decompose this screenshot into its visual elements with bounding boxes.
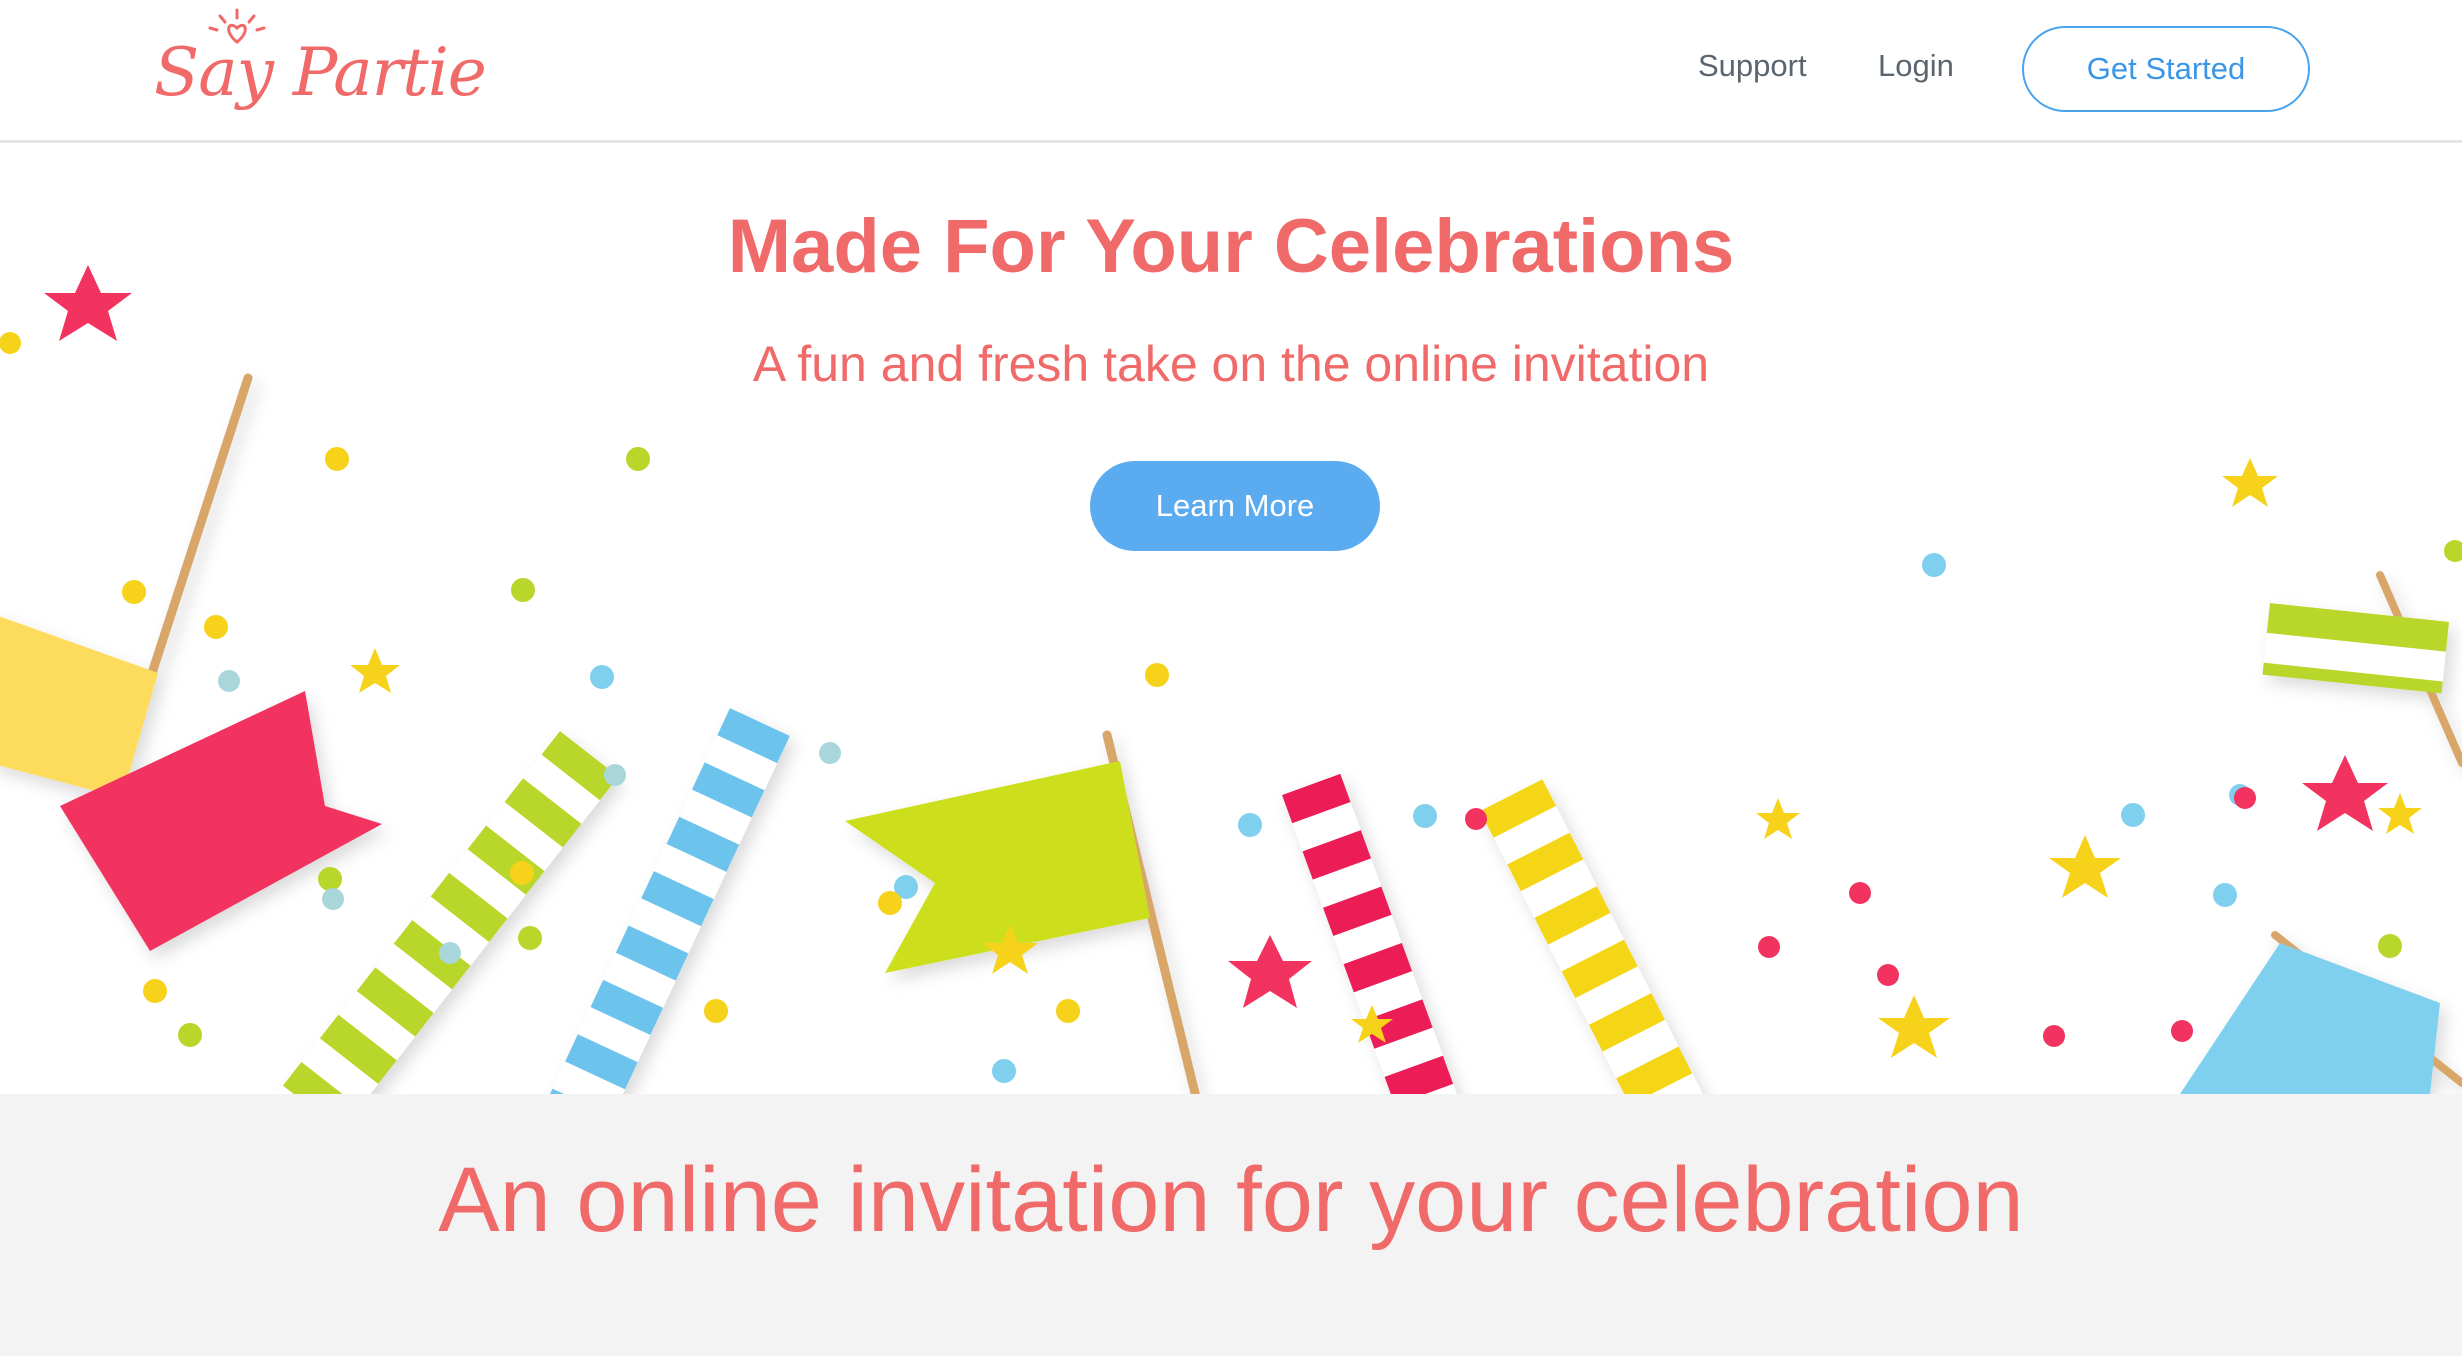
flag-icon (0, 373, 382, 951)
hero-title: Made For Your Celebrations (727, 204, 1735, 289)
logo-text: Say Partie (154, 34, 487, 111)
flag-icon (2262, 571, 2462, 767)
hero-section: Made For Your Celebrations A fun and fre… (0, 143, 2462, 1094)
logo[interactable]: Say Partie (148, 8, 487, 133)
nav-login-link[interactable]: Login (1878, 48, 1954, 84)
striped-straw-icon (1480, 779, 1779, 1094)
hero-subtitle: A fun and fresh take on the online invit… (752, 336, 1710, 392)
flag-icon (2180, 931, 2462, 1094)
learn-more-button[interactable]: Learn More (1090, 461, 1380, 551)
section-heading: An online invitation for your celebratio… (438, 1149, 2024, 1251)
nav-support-link[interactable]: Support (1698, 48, 1807, 84)
site-header: Say Partie Support Login Get Started (0, 0, 2462, 143)
invitation-section: An online invitation for your celebratio… (0, 1094, 2462, 1356)
get-started-button[interactable]: Get Started (2022, 26, 2310, 112)
confetti-dot-icon (0, 332, 2462, 1083)
flag-icon (845, 730, 1200, 1094)
